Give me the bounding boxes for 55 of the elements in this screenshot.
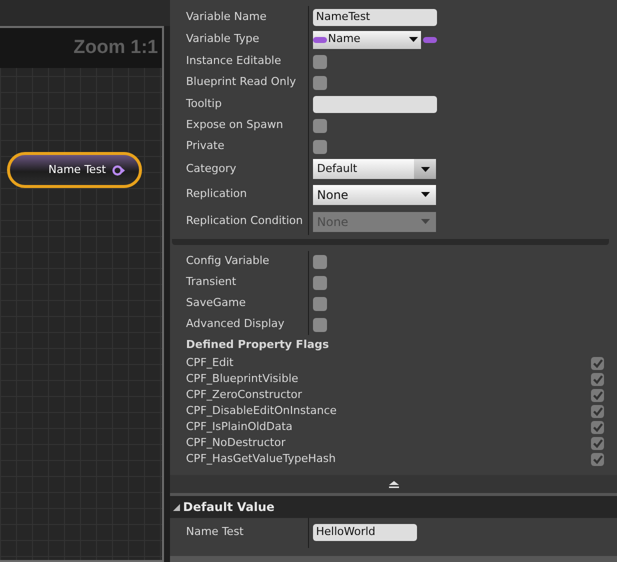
section-header[interactable]: Default Value	[170, 496, 617, 518]
property-label: Variable Type	[185, 31, 260, 48]
text-field[interactable]	[313, 96, 437, 112]
text-field[interactable]: NameTest	[313, 8, 437, 26]
property-label: Name Test	[185, 524, 245, 540]
property-label: Instance Editable	[185, 53, 282, 70]
checkbox[interactable]	[591, 404, 604, 418]
property-label: CPF_ZeroConstructor	[185, 386, 303, 403]
pill-icon	[313, 36, 327, 42]
expand-arrow-icon[interactable]	[173, 504, 180, 510]
checkbox[interactable]	[591, 356, 604, 370]
property-label: CPF_NoDestructor	[185, 434, 286, 451]
pill-icon	[423, 36, 437, 42]
dropdown[interactable]: None	[313, 184, 436, 204]
checkbox[interactable]	[591, 388, 604, 402]
property-label: CPF_HasGetValueTypeHash	[185, 450, 337, 467]
caret-icon[interactable]	[420, 166, 430, 172]
checkbox[interactable]	[313, 76, 327, 90]
checkbox[interactable]	[591, 372, 604, 386]
property-label: CPF_IsPlainOldData	[185, 418, 294, 435]
zoom-label: Zoom 1:1	[74, 36, 158, 60]
property-label: CPF_BlueprintVisible	[185, 370, 300, 387]
checkbox[interactable]	[313, 296, 327, 310]
pin-icon[interactable]	[112, 164, 125, 176]
property-label: Replication Condition	[185, 213, 304, 230]
property-label: Blueprint Read Only	[185, 74, 298, 90]
combo-box[interactable]: Default	[313, 159, 436, 179]
property-label: Transient	[185, 274, 238, 290]
property-label: SaveGame	[185, 295, 247, 312]
checkbox[interactable]	[313, 318, 327, 332]
checkbox[interactable]	[591, 452, 604, 466]
checkbox[interactable]	[591, 436, 604, 450]
property-label: Variable Name	[185, 8, 268, 25]
variable-node[interactable]: Name Test	[7, 152, 142, 188]
text-field[interactable]: HelloWorld	[313, 524, 417, 541]
caret-icon[interactable]	[409, 37, 418, 42]
property-label: Private	[185, 138, 226, 154]
property-label: Tooltip	[185, 96, 223, 112]
property-label: CPF_Edit	[185, 354, 234, 371]
checkbox[interactable]	[313, 254, 327, 268]
collapse-icon[interactable]	[388, 480, 398, 488]
checkbox[interactable]	[313, 276, 327, 290]
checkbox[interactable]	[313, 54, 327, 68]
property-label: Category	[185, 160, 238, 177]
type-dropdown[interactable]: Name	[313, 30, 421, 48]
property-label: CPF_DisableEditOnInstance	[185, 402, 338, 419]
property-label: Config Variable	[185, 253, 270, 270]
checkbox[interactable]	[313, 118, 327, 132]
section-heading: Defined Property Flags	[186, 336, 329, 353]
property-label: Replication	[185, 186, 248, 202]
caret-icon[interactable]	[421, 192, 430, 197]
property-label: Advanced Display	[185, 316, 286, 332]
property-label: Expose on Spawn	[185, 117, 284, 134]
checkbox[interactable]	[591, 420, 604, 434]
checkbox[interactable]	[313, 140, 327, 154]
